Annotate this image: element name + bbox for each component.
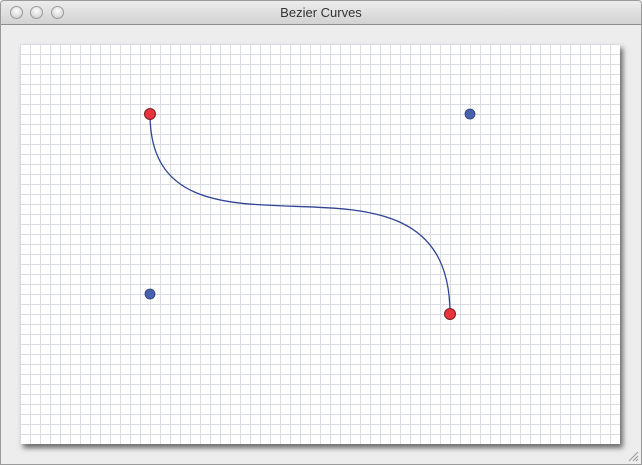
title-bar[interactable]: Bezier Curves (1, 1, 641, 25)
canvas-svg[interactable] (20, 44, 620, 444)
control-point-2[interactable] (464, 108, 476, 120)
start-point[interactable] (144, 108, 156, 120)
control-point-1[interactable] (144, 288, 156, 300)
end-point[interactable] (444, 308, 456, 320)
window-content (1, 25, 641, 464)
grid (20, 44, 620, 444)
resize-grip-icon[interactable] (628, 451, 639, 462)
bezier-canvas[interactable] (20, 44, 620, 444)
app-window: Bezier Curves (0, 0, 642, 465)
window-title: Bezier Curves (280, 5, 362, 20)
